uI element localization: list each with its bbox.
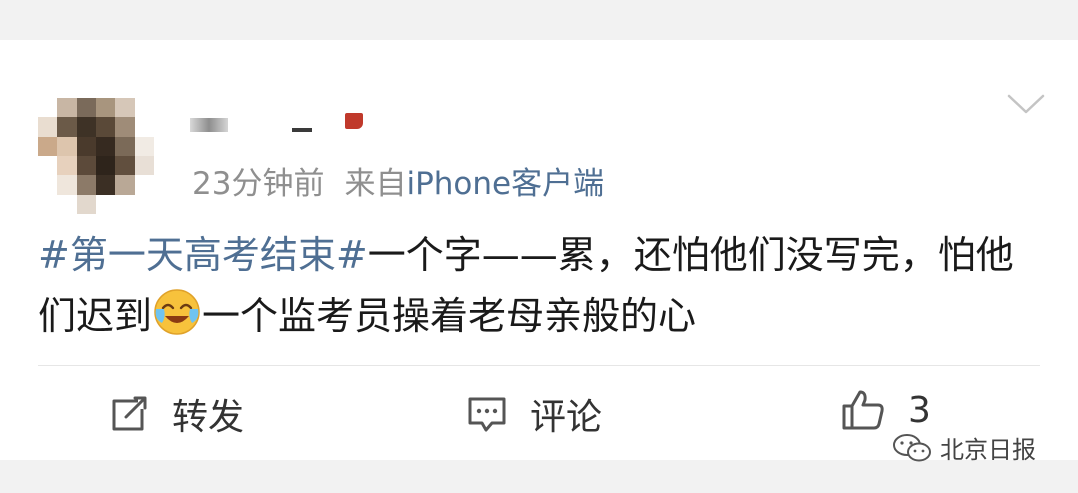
vip-badge-icon bbox=[345, 113, 363, 129]
username-blur-block bbox=[190, 118, 228, 132]
username-blurred[interactable] bbox=[190, 118, 312, 132]
post-time: 23分钟前 bbox=[192, 166, 325, 202]
repost-label: 转发 bbox=[172, 397, 245, 438]
laughing-crying-emoji bbox=[154, 289, 200, 335]
watermark: 北京日报 bbox=[892, 430, 1036, 465]
comment-button[interactable]: 评论 bbox=[466, 388, 602, 440]
top-gap bbox=[0, 0, 1078, 14]
post-source: 来自iPhone客户端 bbox=[344, 158, 604, 203]
divider bbox=[38, 365, 1040, 366]
source-client: iPhone客户端 bbox=[406, 166, 605, 202]
post-body: #第一天高考结束#一个字——累，还怕他们没写完，怕他们迟到 一个监考员操着老母亲… bbox=[38, 225, 1028, 347]
username-blur-bar bbox=[292, 128, 312, 132]
source-prefix: 来自 bbox=[344, 166, 407, 202]
repost-icon bbox=[112, 396, 147, 431]
post-text-part2: 一个监考员操着老母亲般的心 bbox=[202, 294, 697, 338]
chevron-down-icon[interactable] bbox=[1006, 92, 1046, 116]
watermark-text: 北京日报 bbox=[940, 436, 1036, 464]
hashtag-link[interactable]: #第一天高考结束# bbox=[38, 233, 368, 277]
repost-button[interactable]: 转发 bbox=[108, 388, 244, 440]
wechat-icon bbox=[893, 433, 931, 461]
like-count: 3 bbox=[908, 389, 931, 431]
comment-icon bbox=[468, 397, 506, 432]
like-button[interactable]: 3 bbox=[840, 388, 931, 432]
comment-label: 评论 bbox=[530, 397, 603, 438]
avatar[interactable] bbox=[38, 98, 154, 214]
like-icon bbox=[842, 390, 884, 430]
post-card: 23分钟前 来自iPhone客户端 #第一天高考结束#一个字——累，还怕他们没写… bbox=[0, 40, 1078, 460]
post-meta: 23分钟前 来自iPhone客户端 bbox=[192, 158, 604, 203]
